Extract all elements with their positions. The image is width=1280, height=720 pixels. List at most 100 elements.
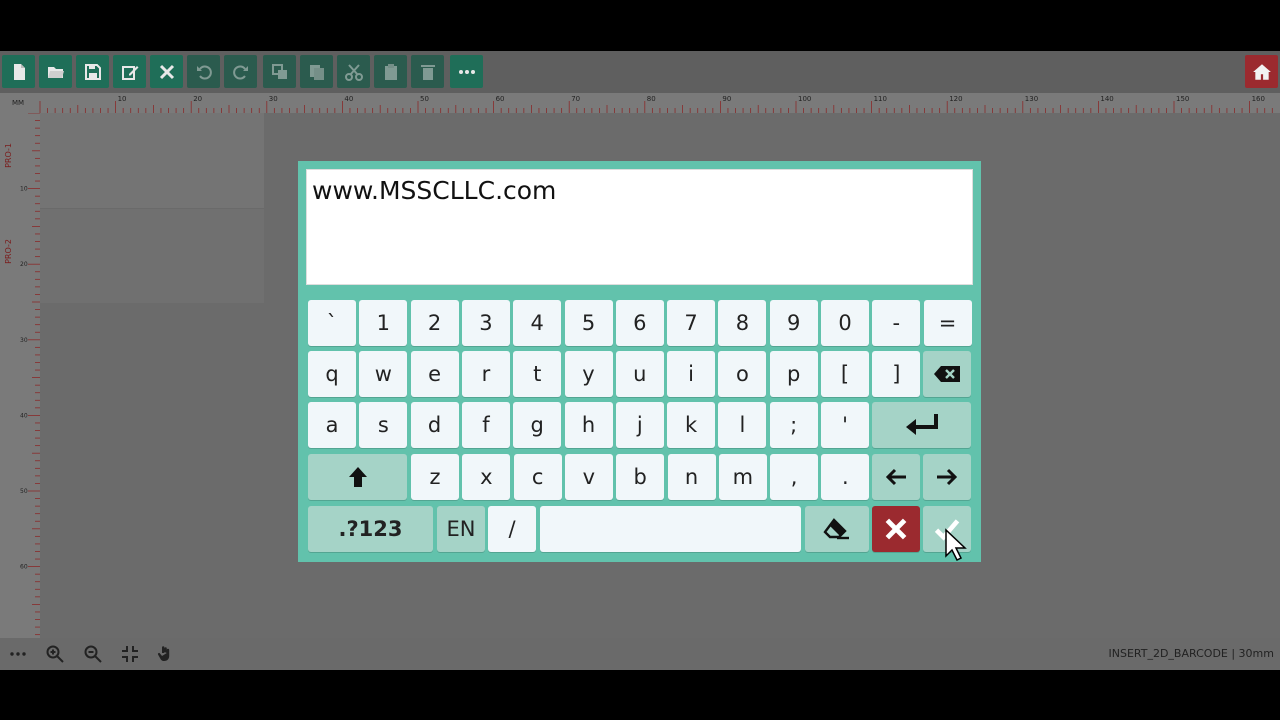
enter-key[interactable] [872,402,971,448]
ruler-left-label: 60 [20,564,28,571]
ruler-top-label: 140 [1100,95,1113,103]
key-3-4[interactable]: g [513,402,562,448]
key-3-8[interactable]: l [718,402,767,448]
key-1-11[interactable]: - [872,300,921,346]
ruler-top-label: 30 [269,95,278,103]
ruler-top-label: 160 [1252,95,1265,103]
key-1-1[interactable]: 1 [359,300,408,346]
keyboard-text-input[interactable]: www.MSSCLLC.com [306,169,973,285]
redo-button[interactable] [224,55,257,88]
cursor-left-key[interactable] [872,454,920,500]
arrange-icon [271,63,287,79]
key-3-7[interactable]: k [667,402,716,448]
backspace-icon [934,366,960,382]
key-1-3[interactable]: 3 [461,300,510,346]
backspace-key[interactable] [923,351,971,397]
save-button[interactable] [76,55,109,88]
key-4-7[interactable]: , [770,454,819,500]
clear-key[interactable] [805,506,869,552]
paste-button[interactable] [374,55,407,88]
key-1-7[interactable]: 7 [667,300,716,346]
label-canvas[interactable] [40,113,264,303]
label-track-2[interactable] [40,208,264,303]
key-3-3[interactable]: f [461,402,510,448]
cancel-key[interactable] [872,506,920,552]
track-label-1: PRO-1 [4,143,13,168]
ruler-top-label: 20 [193,95,202,103]
space-key[interactable] [540,506,801,552]
key-1-5[interactable]: 5 [564,300,613,346]
key-2-0[interactable]: q [308,351,356,397]
key-4-6[interactable]: m [718,454,767,500]
key-2-11[interactable]: ] [872,351,921,397]
key-1-10[interactable]: 0 [821,300,869,346]
key-3-6[interactable]: j [615,402,664,448]
label-editor-app: MM 10 20 30 40 50 60 70 80 90 100 110 120 130 140 150 1… [0,51,1280,670]
key-3-9[interactable]: ; [769,402,818,448]
key-4-3[interactable]: v [564,454,613,500]
key-2-1[interactable]: w [359,351,408,397]
ruler-left-label: 30 [20,337,28,344]
key-1-8[interactable]: 8 [718,300,767,346]
language-key[interactable]: EN [437,506,485,552]
key-2-10[interactable]: [ [821,351,869,397]
key-1-0[interactable]: ` [308,300,356,346]
delete-button[interactable] [411,55,444,88]
key-1-12[interactable]: = [923,300,972,346]
ruler-left-ticks: 10 20 30 40 50 60 [20,113,40,636]
key-2-6[interactable]: u [615,351,664,397]
ruler-top-label: 70 [571,95,580,103]
key-2-3[interactable]: r [461,351,510,397]
ruler-top-label: 90 [722,95,731,103]
key-slash[interactable]: / [488,506,536,552]
key-2-7[interactable]: i [667,351,716,397]
key-1-6[interactable]: 6 [615,300,664,346]
arrange-button[interactable] [263,55,296,88]
fit-button[interactable] [121,645,139,663]
duplicate-button[interactable] [300,55,333,88]
key-4-8[interactable]: . [821,454,870,500]
key-2-2[interactable]: e [410,351,459,397]
more-button[interactable] [450,55,483,88]
pan-hand-icon [157,646,170,661]
ruler-left-label: 40 [20,412,28,419]
key-4-1[interactable]: x [462,454,511,500]
key-3-1[interactable]: s [359,402,408,448]
key-3-0[interactable]: a [308,402,356,448]
key-1-2[interactable]: 2 [410,300,459,346]
key-1-4[interactable]: 4 [513,300,562,346]
symbols-key[interactable]: .?123 [308,506,433,552]
cut-button[interactable] [337,55,370,88]
bottom-more-button[interactable] [9,645,27,663]
ruler-left-label: 10 [20,186,28,193]
tools-button[interactable] [150,55,183,88]
ruler-top-label: 50 [420,95,429,103]
key-4-4[interactable]: b [616,454,665,500]
ruler-top-label: 100 [798,95,811,103]
key-3-10[interactable]: ' [821,402,869,448]
ruler-top-label: 130 [1025,95,1038,103]
key-2-9[interactable]: p [769,351,818,397]
open-button[interactable] [39,55,72,88]
edit-button[interactable] [113,55,146,88]
shift-key[interactable] [308,454,407,500]
zoom-in-button[interactable] [46,645,64,663]
key-2-5[interactable]: y [564,351,613,397]
key-3-5[interactable]: h [564,402,613,448]
key-1-9[interactable]: 9 [769,300,818,346]
cursor-right-key[interactable] [923,454,971,500]
new-file-button[interactable] [2,55,35,88]
zoom-out-button[interactable] [84,645,102,663]
redo-icon [232,65,248,79]
key-4-2[interactable]: c [513,454,562,500]
pan-button[interactable] [156,645,174,663]
key-4-5[interactable]: n [667,454,716,500]
home-button[interactable] [1245,55,1278,88]
key-3-2[interactable]: d [410,402,459,448]
key-2-4[interactable]: t [513,351,562,397]
undo-button[interactable] [187,55,220,88]
ruler-top-label: 40 [344,95,353,103]
fit-icon [122,646,138,662]
key-4-0[interactable]: z [411,454,459,500]
key-2-8[interactable]: o [718,351,767,397]
